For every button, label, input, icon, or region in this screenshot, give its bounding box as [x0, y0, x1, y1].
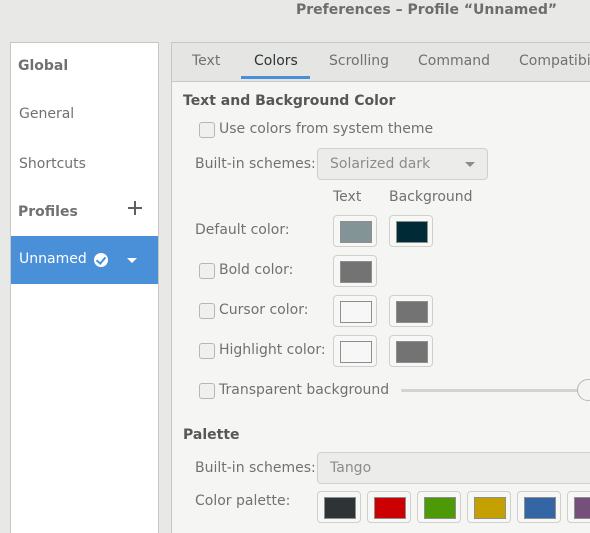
sidebar-item-label: Unnamed	[19, 251, 87, 267]
palette-swatch-button[interactable]	[567, 491, 590, 523]
color-swatch	[396, 221, 428, 243]
section-title-text-background: Text and Background Color	[183, 93, 396, 109]
tab-command[interactable]: Command	[418, 53, 490, 69]
color-swatch	[524, 497, 556, 519]
add-profile-icon[interactable]	[128, 201, 142, 215]
highlight-background-color-button[interactable]	[389, 335, 433, 367]
sidebar-item-label: Shortcuts	[19, 156, 86, 172]
sidebar-header-global-label: Global	[18, 58, 69, 74]
column-header-text: Text	[333, 189, 362, 205]
highlight-text-color-button[interactable]	[333, 335, 377, 367]
sidebar-item-shortcuts[interactable]: Shortcuts	[11, 141, 158, 189]
transparent-background-label: Transparent background	[219, 382, 390, 398]
sidebar-header-global: Global	[11, 43, 158, 91]
tab-text[interactable]: Text	[192, 53, 220, 69]
palette-swatch-button[interactable]	[417, 491, 461, 523]
sidebar-header-profiles-label: Profiles	[18, 204, 78, 220]
palette-swatch-button[interactable]	[467, 491, 511, 523]
color-swatch	[340, 341, 372, 363]
color-swatch	[324, 497, 356, 519]
highlight-color-label: Highlight color:	[219, 342, 326, 358]
bold-text-color-button[interactable]	[333, 255, 377, 287]
bold-color-checkbox[interactable]	[199, 263, 215, 279]
active-tab-indicator	[241, 76, 310, 79]
transparency-slider-track[interactable]	[401, 389, 590, 392]
cursor-text-color-button[interactable]	[333, 295, 377, 327]
bold-color-label: Bold color:	[219, 262, 294, 278]
builtin-schemes-label: Built-in schemes:	[195, 156, 316, 172]
palette-builtin-schemes-select[interactable]: Tango	[317, 452, 590, 484]
color-swatch	[396, 301, 428, 323]
default-color-label: Default color:	[195, 222, 290, 238]
sidebar: Global General Shortcuts Profiles Unname…	[10, 42, 159, 533]
color-swatch	[574, 497, 590, 519]
default-profile-check-icon	[94, 253, 108, 267]
color-swatch	[424, 497, 456, 519]
color-swatch	[340, 301, 372, 323]
color-palette-label: Color palette:	[195, 493, 291, 509]
sidebar-item-profile-unnamed[interactable]: Unnamed	[11, 236, 158, 284]
cursor-color-checkbox[interactable]	[199, 303, 215, 319]
section-title-palette: Palette	[183, 427, 240, 443]
color-swatch	[396, 341, 428, 363]
builtin-schemes-select[interactable]: Solarized dark	[317, 148, 488, 180]
palette-builtin-schemes-label: Built-in schemes:	[195, 460, 316, 476]
color-swatch	[340, 221, 372, 243]
builtin-schemes-value: Solarized dark	[330, 156, 431, 172]
column-header-background: Background	[389, 189, 473, 205]
highlight-color-checkbox[interactable]	[199, 343, 215, 359]
use-system-theme-label: Use colors from system theme	[219, 121, 434, 137]
use-system-theme-checkbox[interactable]	[199, 122, 215, 138]
palette-swatch-button[interactable]	[317, 491, 361, 523]
tab-scrolling[interactable]: Scrolling	[329, 53, 389, 69]
cursor-background-color-button[interactable]	[389, 295, 433, 327]
palette-swatch-button[interactable]	[367, 491, 411, 523]
default-background-color-button[interactable]	[389, 215, 433, 247]
window-title: Preferences – Profile “Unnamed”	[296, 2, 558, 18]
sidebar-item-general[interactable]: General	[11, 91, 158, 139]
tab-compatibility[interactable]: Compatibili	[519, 53, 590, 69]
cursor-color-label: Cursor color:	[219, 302, 309, 318]
title-bar: Preferences – Profile “Unnamed”	[0, 0, 590, 40]
tab-bar: Text Colors Scrolling Command Compatibil…	[172, 43, 590, 82]
chevron-down-icon	[465, 162, 475, 167]
palette-swatch-button[interactable]	[517, 491, 561, 523]
color-swatch	[374, 497, 406, 519]
color-swatch	[340, 261, 372, 283]
transparent-background-checkbox[interactable]	[199, 383, 215, 399]
tab-colors[interactable]: Colors	[254, 53, 298, 69]
default-text-color-button[interactable]	[333, 215, 377, 247]
sidebar-header-profiles: Profiles	[11, 189, 158, 237]
color-swatch	[474, 497, 506, 519]
chevron-down-icon[interactable]	[127, 258, 137, 263]
sidebar-item-label: General	[19, 106, 75, 122]
palette-builtin-schemes-value: Tango	[330, 460, 372, 476]
